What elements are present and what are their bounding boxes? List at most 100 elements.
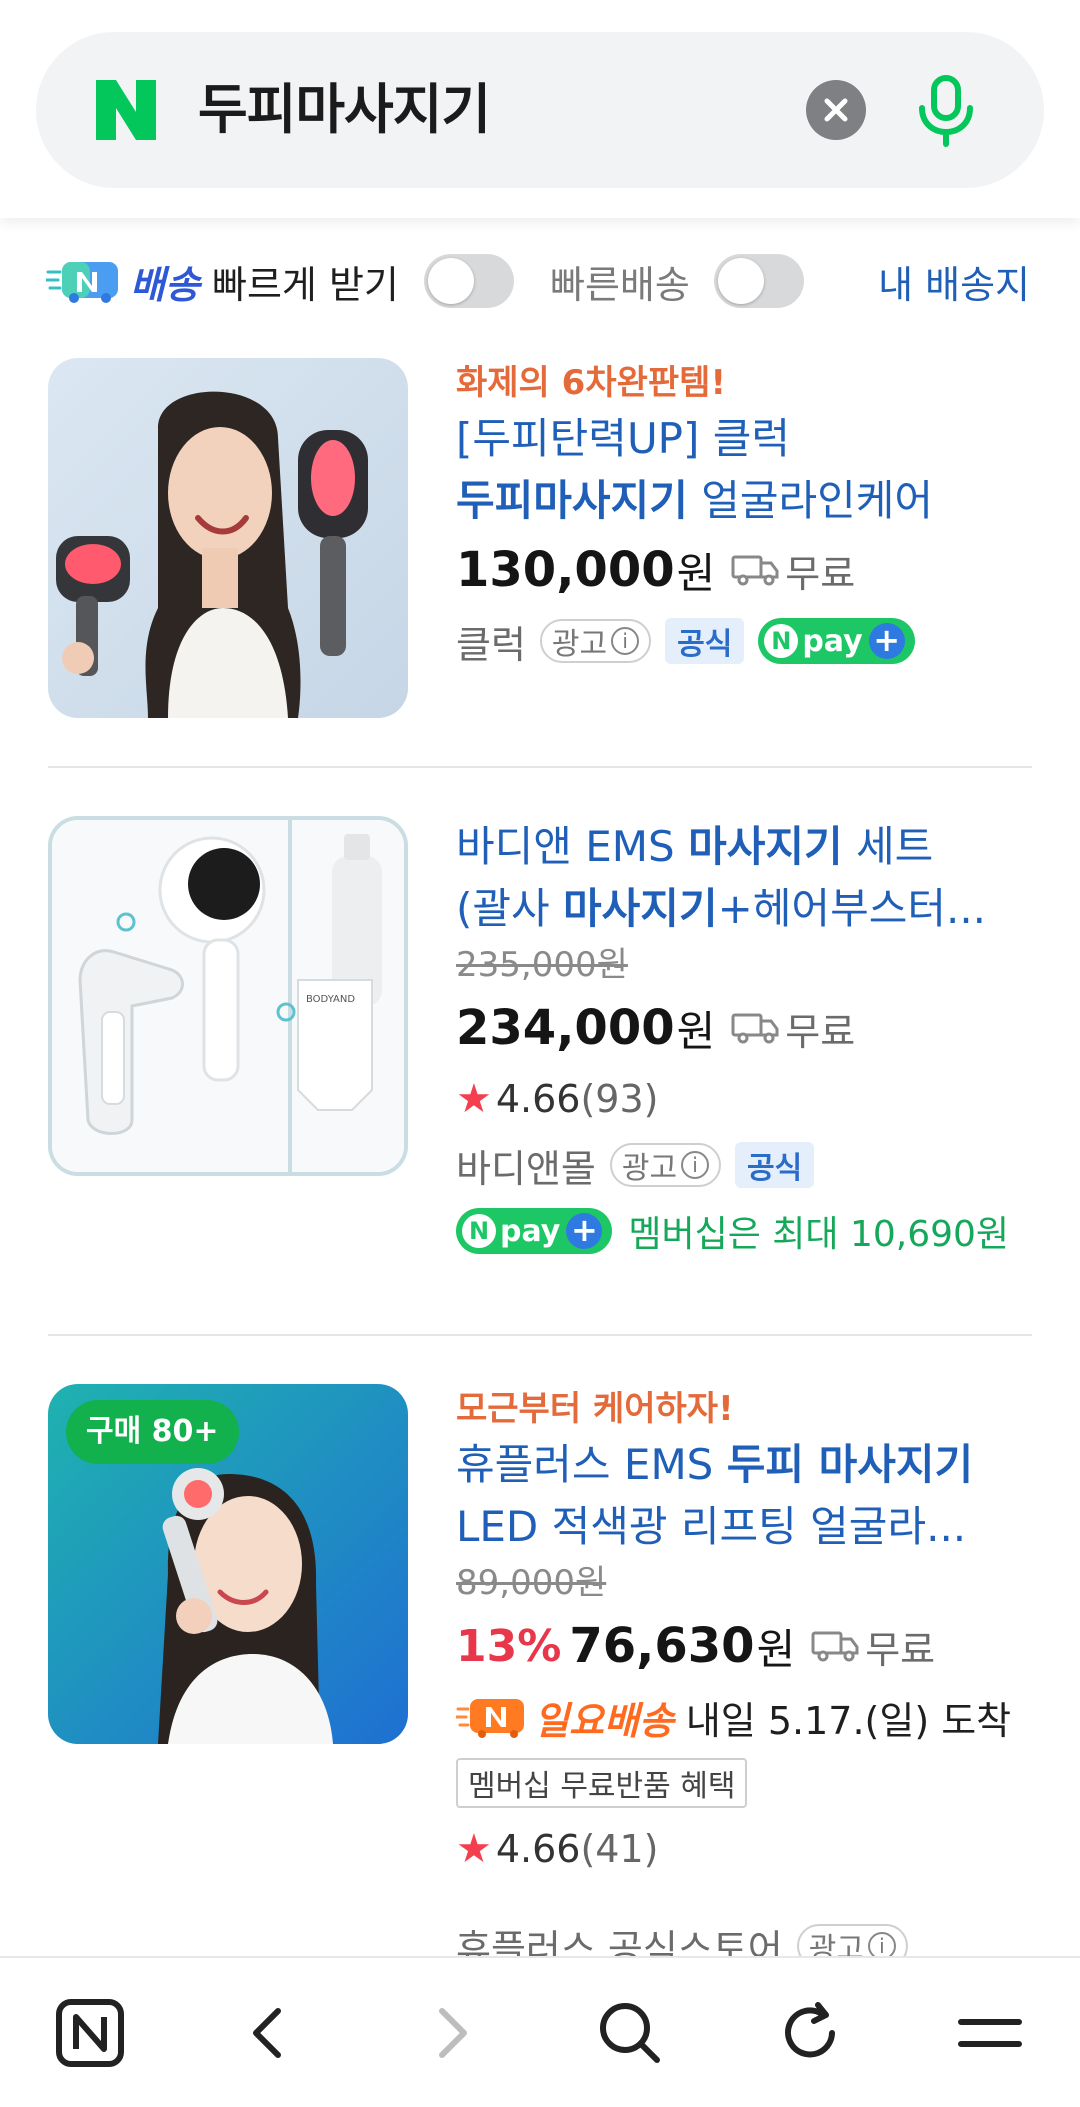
title-text: 세트	[842, 822, 934, 871]
toggle-knob	[428, 258, 474, 304]
menu-button[interactable]	[940, 1983, 1040, 2083]
title-text: +헤어부스터...	[717, 884, 987, 933]
shipping-text: 무료	[785, 551, 856, 596]
ad-badge[interactable]: 광고 i	[609, 1143, 722, 1187]
currency: 원	[676, 1006, 716, 1056]
rating-value: 4.66	[495, 1077, 581, 1121]
card-divider	[48, 766, 1032, 768]
search-button[interactable]	[580, 1983, 680, 2083]
fast-receive-toggle[interactable]	[424, 254, 514, 308]
product-image[interactable]: 구매 80+	[48, 1384, 408, 1744]
product-card[interactable]: BODYAND 바디앤 EMS 마사지기 세트 (괄사 마사지기+헤어부스터..…	[48, 816, 1032, 1326]
search-query[interactable]: 두피마사지기	[198, 76, 491, 144]
toggle-knob	[718, 258, 764, 304]
membership-row: Npay + 멤버십은 최대 10,690원	[456, 1198, 1032, 1264]
official-badge: 공식	[735, 1142, 815, 1188]
promo-text: 화제의 6차완판템!	[456, 363, 726, 403]
title-keyword: 마사지기	[563, 884, 718, 933]
my-address-link[interactable]: 내 배송지	[878, 254, 1030, 309]
product-title[interactable]: 바디앤 EMS 마사지기 세트	[456, 816, 1032, 878]
refresh-icon	[785, 2001, 835, 2057]
npay-n-icon: N	[462, 1214, 496, 1248]
discount-rate: 13%	[456, 1620, 562, 1672]
benefit-badge: 멤버십 무료반품 혜택	[456, 1758, 748, 1808]
product-image[interactable]	[48, 358, 408, 718]
mic-icon[interactable]	[906, 70, 986, 150]
shipping-info: 무료	[731, 543, 855, 598]
ad-badge[interactable]: 광고 i	[539, 619, 652, 663]
product-title[interactable]: 휴플러스 EMS 두피 마사지기	[456, 1434, 1032, 1496]
price-row: 234,000 원 무료	[456, 990, 1032, 1066]
back-button[interactable]	[220, 1983, 320, 2083]
price: 130,000	[456, 542, 675, 598]
ad-text: 광고	[551, 627, 608, 662]
truck-icon	[731, 1013, 779, 1044]
product-title-line2[interactable]: (괄사 마사지기+헤어부스터...	[456, 878, 1032, 940]
forward-button[interactable]	[400, 1983, 500, 2083]
star-icon: ★	[456, 1826, 492, 1872]
product-image[interactable]: BODYAND	[48, 816, 408, 1176]
original-price: 235,000원	[456, 945, 628, 985]
delivery-filter-row: 배송 빠르게 받기 빠른배송 내 배송지	[0, 240, 1080, 320]
plus-icon: +	[868, 623, 905, 659]
product-title-line2[interactable]: LED 적색광 리프팅 얼굴라...	[456, 1496, 1032, 1558]
title-text: (괄사	[456, 884, 564, 933]
npay-text: pay	[802, 623, 863, 659]
currency: 원	[756, 1624, 796, 1674]
price-row: 130,000 원 무료	[456, 532, 1032, 608]
fast-delivery-toggle[interactable]	[714, 254, 804, 308]
npay-n-icon: N	[764, 624, 799, 658]
price: 234,000	[456, 1000, 675, 1056]
title-text: 바디앤 EMS	[456, 822, 689, 871]
search-header: 두피마사지기	[0, 0, 1080, 218]
sunday-delivery-label: 일요배송	[534, 1698, 674, 1743]
product-info: 바디앤 EMS 마사지기 세트 (괄사 마사지기+헤어부스터... 235,00…	[456, 816, 1032, 1264]
purchase-count-badge: 구매 80+	[66, 1400, 239, 1464]
forward-icon	[439, 2007, 467, 2058]
title-keyword: 두피마사지기	[456, 476, 688, 525]
naver-logo-icon[interactable]	[92, 76, 160, 144]
price-row: 13% 76,630 원 무료	[456, 1608, 1032, 1684]
svg-text:BODYAND: BODYAND	[306, 994, 355, 1005]
seller-name[interactable]: 바디앤몰	[456, 1138, 596, 1193]
promo-text: 모근부터 케어하자!	[456, 1389, 734, 1429]
currency: 원	[676, 548, 716, 598]
seller-row: 클럭 광고 i 공식 Npay +	[456, 608, 1032, 674]
delivery-label: 배송	[130, 263, 200, 307]
search-bar[interactable]: 두피마사지기	[36, 32, 1044, 188]
card-divider	[48, 1334, 1032, 1336]
seller-name[interactable]: 클럭	[456, 614, 526, 669]
fast-delivery-label: 빠른배송	[550, 263, 690, 307]
sunday-delivery-row: 일요배송 내일 5.17.(일) 도착	[456, 1684, 1032, 1750]
npay-plus-badge: Npay +	[456, 1208, 613, 1254]
back-icon	[253, 2007, 281, 2058]
truck-icon	[731, 555, 779, 586]
review-count: (93)	[580, 1077, 659, 1121]
truck-icon	[811, 1631, 859, 1662]
bottom-navigation	[0, 1956, 1080, 2107]
product-card[interactable]: 구매 80+ 모근부터 케어하자! 휴플러스 EMS 두피 마사지기 LED 적…	[48, 1384, 1032, 1954]
arrival-text: 내일 5.17.(일) 도착	[685, 1698, 1012, 1743]
menu-icon	[958, 2018, 1022, 2047]
product-title[interactable]: [두피탄력UP] 클럭 두피마사지기 얼굴라인케어	[456, 408, 1032, 532]
title-keyword: 마사지기	[688, 822, 843, 871]
close-icon	[824, 98, 848, 122]
n-delivery-icon	[46, 262, 118, 303]
price: 76,630	[569, 1618, 755, 1674]
title-text: 휴플러스 EMS	[456, 1440, 727, 1489]
refresh-button[interactable]	[760, 1983, 860, 2083]
shipping-info: 무료	[731, 1001, 855, 1056]
clear-search-button[interactable]	[806, 80, 866, 140]
rating-value: 4.66	[495, 1827, 581, 1871]
npay-text: pay	[500, 1213, 561, 1249]
naver-home-button[interactable]	[40, 1983, 140, 2083]
product-card[interactable]: 화제의 6차완판템! [두피탄력UP] 클럭 두피마사지기 얼굴라인케어 130…	[48, 358, 1032, 718]
product-info: 화제의 6차완판템! [두피탄력UP] 클럭 두피마사지기 얼굴라인케어 130…	[456, 358, 1032, 674]
shipping-text: 무료	[865, 1627, 936, 1672]
seller-row: 바디앤몰 광고 i 공식	[456, 1132, 1032, 1198]
star-icon: ★	[456, 1076, 492, 1122]
original-price: 89,000원	[456, 1563, 607, 1603]
official-badge: 공식	[665, 618, 745, 664]
fast-receive-label: 빠르게 받기	[212, 263, 399, 307]
search-icon	[600, 2002, 660, 2063]
